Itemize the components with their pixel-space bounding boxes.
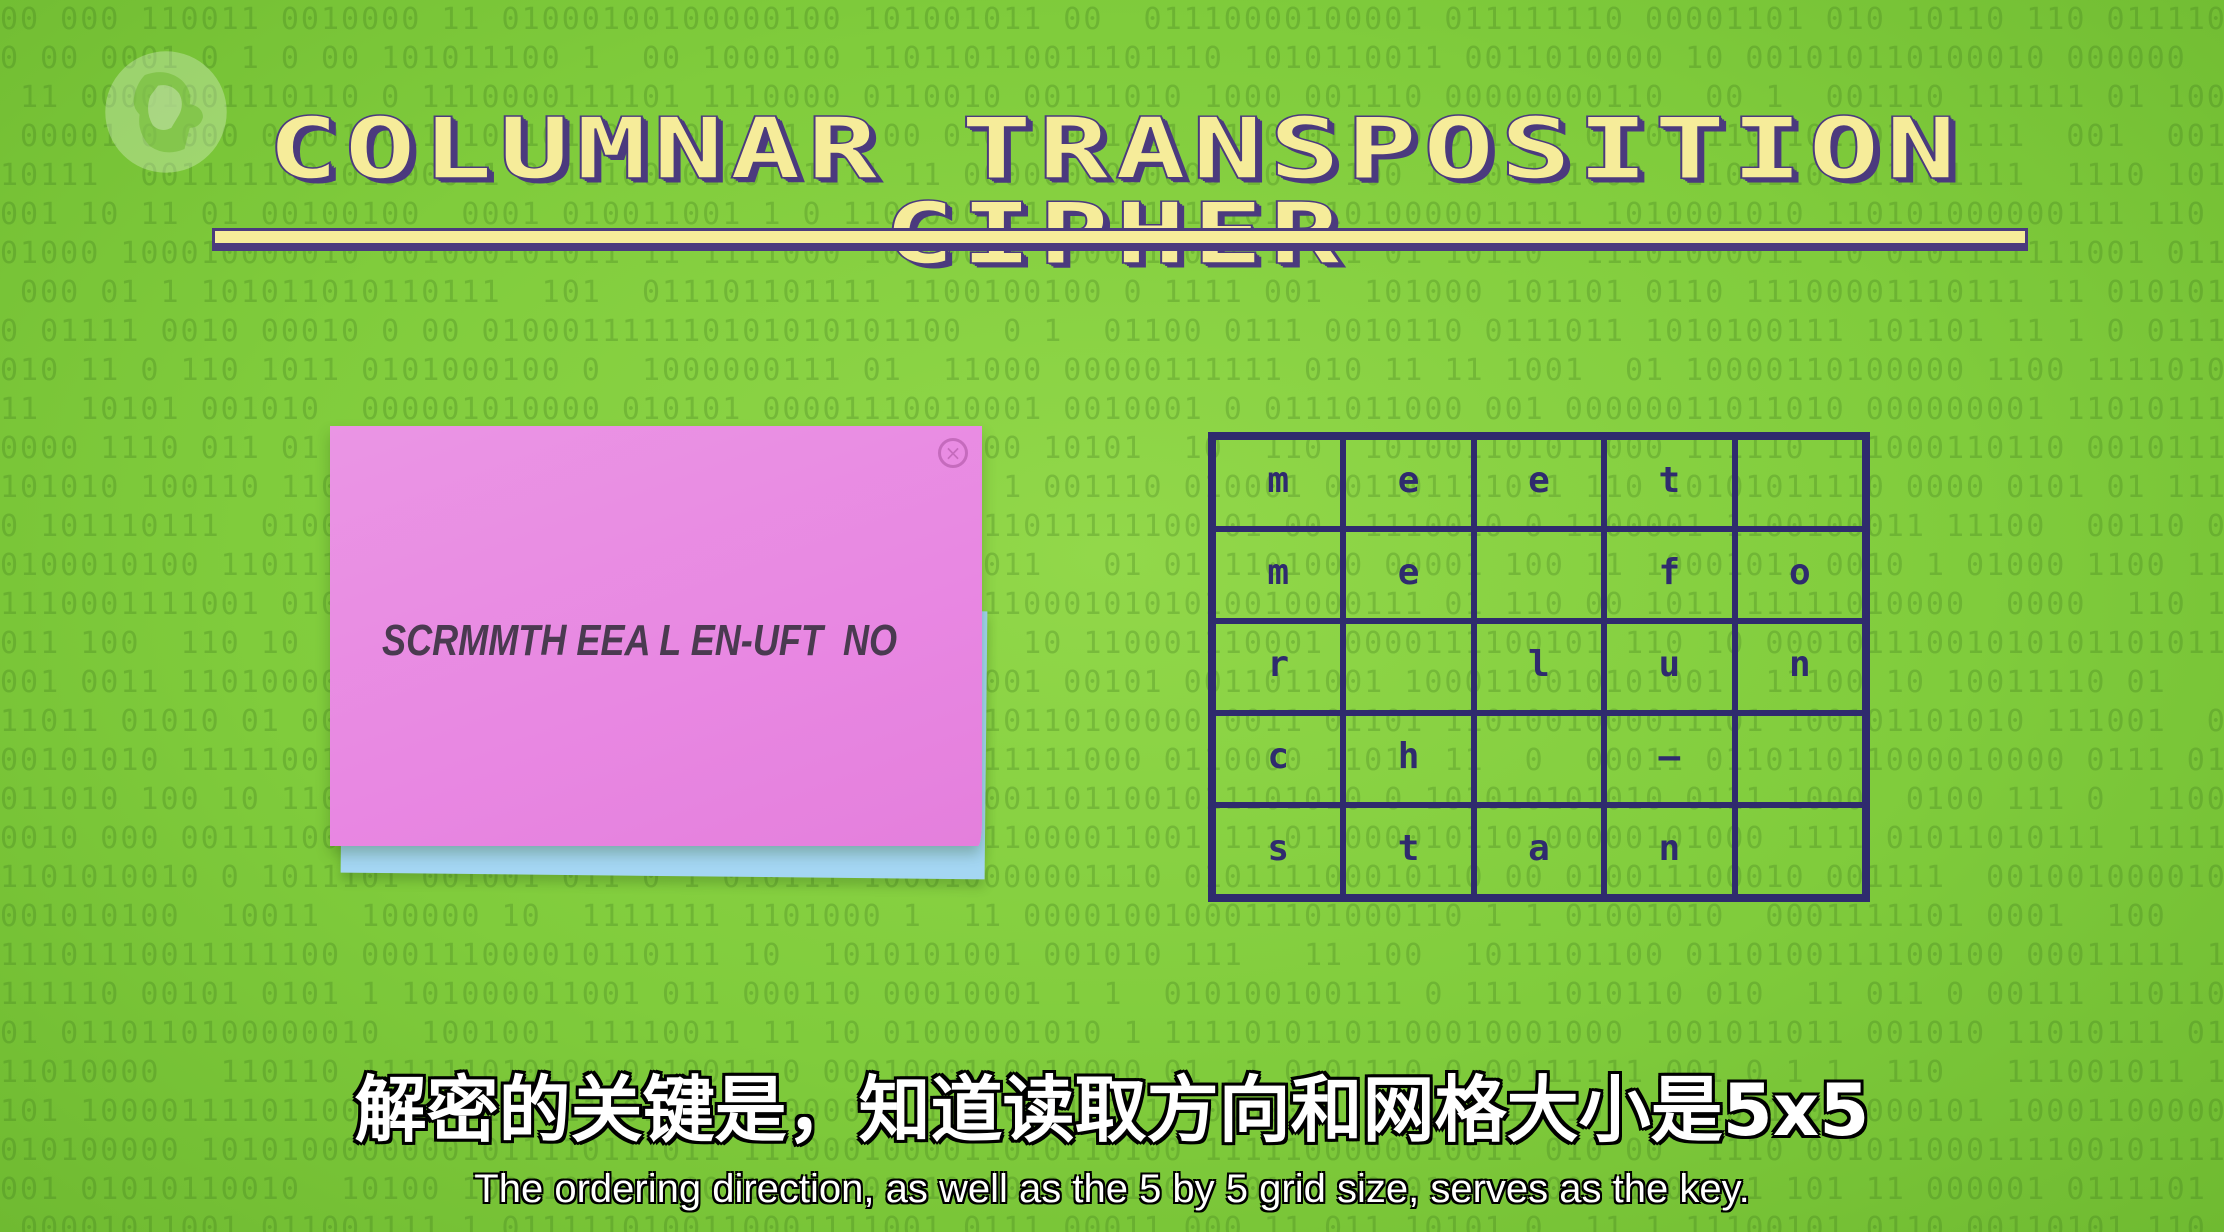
grid-cell <box>1473 713 1605 805</box>
grid-cell <box>1734 437 1865 529</box>
grid-cell <box>1473 529 1605 621</box>
grid-cell: a <box>1473 805 1605 897</box>
grid-cell: e <box>1343 529 1474 621</box>
grid-cell: t <box>1343 805 1474 897</box>
ciphertext: SCRMMTH EEA L EN-UFT NO <box>382 616 898 665</box>
grid-cell: l <box>1473 621 1605 713</box>
grid-cell: t <box>1604 437 1735 529</box>
grid-cell: c <box>1213 713 1344 805</box>
grid-cell <box>1734 713 1865 805</box>
subtitle-english: The ordering direction, as well as the 5… <box>474 1167 1750 1211</box>
grid-cell: e <box>1473 437 1605 529</box>
title-underline <box>212 228 2028 246</box>
grid-cell: n <box>1604 805 1735 897</box>
grid-cell: e <box>1343 437 1474 529</box>
grid-cell: m <box>1213 437 1344 529</box>
grid-cell <box>1343 621 1474 713</box>
grid-cell: f <box>1604 529 1735 621</box>
grid-cell: o <box>1734 529 1865 621</box>
subtitle-chinese: 解密的关键是，知道读取方向和网格大小是5x5 <box>354 1068 1870 1152</box>
grid-cell: r <box>1213 621 1344 713</box>
grid-cell: s <box>1213 805 1344 897</box>
grid-cell: n <box>1734 621 1865 713</box>
grid-cell: h <box>1343 713 1474 805</box>
grid-cell: m <box>1213 529 1344 621</box>
grid-cell: – <box>1604 713 1735 805</box>
grid-cell: u <box>1604 621 1735 713</box>
sticky-note: × SCRMMTH EEA L EN-UFT NO <box>330 426 982 846</box>
grid-cell <box>1734 805 1865 897</box>
transposition-grid: m e e t m e f o r l u n c h – s t a n <box>1208 432 1870 902</box>
page-title: COLUMNAR TRANSPOSITION CIPHER <box>267 98 1963 276</box>
close-icon[interactable]: × <box>938 438 968 468</box>
